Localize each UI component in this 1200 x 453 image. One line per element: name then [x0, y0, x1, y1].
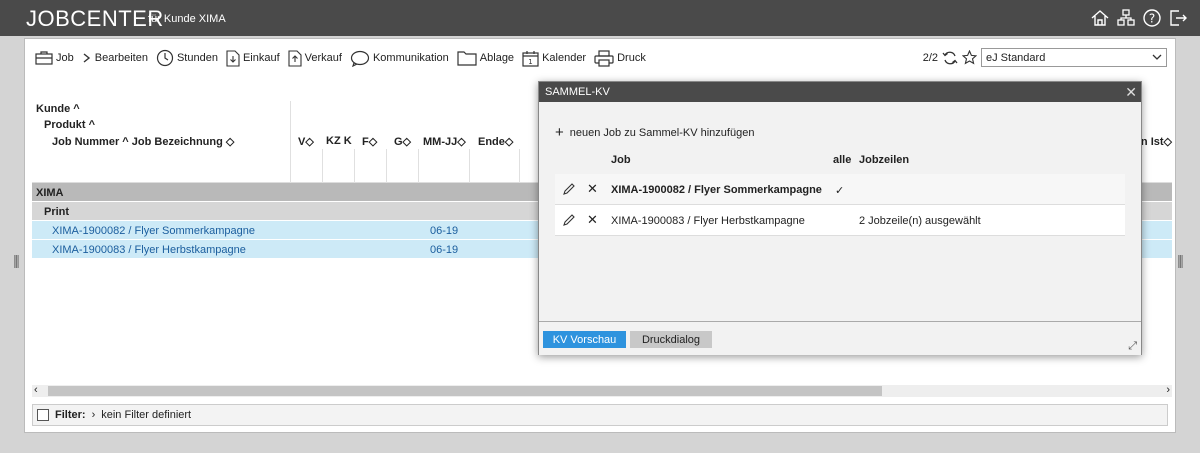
kv-preview-button[interactable]: KV Vorschau [543, 331, 626, 348]
speech-bubble-icon [350, 50, 370, 67]
scroll-thumb[interactable] [48, 386, 882, 396]
svg-text:1: 1 [528, 58, 532, 66]
help-icon[interactable]: ? [1142, 8, 1162, 28]
sammel-kv-dialog: SAMMEL-KV ✕ + neuen Job zu Sammel-KV hin… [538, 81, 1142, 355]
dialog-alle-check[interactable]: ✓ [835, 184, 844, 197]
view-select-value: eJ Standard [986, 51, 1046, 64]
mmjj-cell: 06-19 [430, 225, 459, 237]
header-kunde[interactable]: Kunde ^ [36, 103, 80, 115]
toolbar-job[interactable]: Job [35, 50, 74, 66]
chevron-down-icon [1152, 54, 1162, 60]
remove-x-icon[interactable]: ✕ [587, 181, 598, 197]
subgroup-label: Print [44, 206, 70, 218]
toolbar-bearbeiten-label: Bearbeiten [94, 52, 148, 64]
job-cell[interactable]: XIMA-1900082 / Flyer Sommerkampagne [52, 225, 255, 237]
scroll-right-icon[interactable]: › [1166, 384, 1170, 396]
edit-pencil-icon[interactable] [562, 182, 576, 199]
toolbar-druck[interactable]: Druck [594, 49, 646, 67]
dialog-job-table: Job alle Jobzeilen ✕ XIMA-1900082 / Flye… [555, 148, 1125, 236]
dialog-row[interactable]: ✕ XIMA-1900083 / Flyer Herbstkampagne 2 … [555, 205, 1125, 236]
dialog-row[interactable]: ✕ XIMA-1900082 / Flyer Sommerkampagne ✓ [555, 174, 1125, 205]
filter-bar: Filter: › kein Filter definiert [32, 404, 1168, 426]
dialog-job-cell: XIMA-1900082 / Flyer Sommerkampagne [611, 184, 822, 196]
col-v[interactable]: V◇ [298, 135, 314, 148]
toolbar-kalender-label: Kalender [542, 52, 587, 64]
app-header: JOBCENTER für Kunde XIMA ? [0, 0, 1200, 36]
toolbar-bearbeiten[interactable]: Bearbeiten [82, 52, 148, 64]
mmjj-cell: 06-19 [430, 244, 459, 256]
job-cell[interactable]: XIMA-1900083 / Flyer Herbstkampagne [52, 244, 246, 256]
toolbar-einkauf-label: Einkauf [242, 52, 280, 64]
star-icon[interactable] [962, 50, 977, 65]
header-produkt[interactable]: Produkt ^ [44, 119, 95, 131]
toolbar-ablage[interactable]: Ablage [457, 50, 514, 66]
toolbar-job-label: Job [56, 52, 74, 64]
dialog-footer: KV Vorschau Druckdialog ⤢ [539, 321, 1141, 355]
dialog-col-alle: alle [833, 154, 852, 166]
group-label: XIMA [36, 187, 64, 199]
toolbar-kalender[interactable]: 1 Kalender [522, 50, 586, 67]
plus-icon: + [555, 124, 564, 141]
dialog-table-header: Job alle Jobzeilen [555, 148, 1125, 174]
page-counter: 2/2 [922, 51, 938, 64]
view-select[interactable]: eJ Standard [981, 48, 1167, 67]
close-icon[interactable]: ✕ [1125, 84, 1137, 101]
toolbar-kommunikation-label: Kommunikation [372, 52, 449, 64]
col-mmjj[interactable]: MM-JJ◇ [423, 135, 466, 148]
logout-icon[interactable] [1168, 8, 1188, 28]
remove-x-icon[interactable]: ✕ [587, 212, 598, 228]
add-job-label: neuen Job zu Sammel-KV hinzufügen [569, 126, 755, 139]
filter-label: Filter: [55, 409, 86, 421]
folder-icon [457, 51, 477, 66]
header-icons: ? [1090, 8, 1188, 28]
chevron-right-icon [83, 53, 90, 63]
resize-expand-icon[interactable]: ⤢ [1128, 340, 1137, 353]
toolbar-stunden[interactable]: Stunden [156, 49, 218, 67]
toolbar-verkauf-label: Verkauf [304, 52, 342, 64]
briefcase-icon [35, 51, 53, 65]
print-dialog-button[interactable]: Druckdialog [630, 331, 712, 348]
refresh-icon[interactable] [942, 50, 958, 66]
download-doc-icon [226, 49, 240, 67]
filter-checkbox[interactable] [37, 409, 49, 421]
toolbar-verkauf[interactable]: Verkauf [288, 49, 342, 67]
toolbar-right: 2/2 eJ Standard [923, 48, 1167, 67]
clock-icon [156, 49, 174, 67]
toolbar-druck-label: Druck [617, 52, 646, 64]
col-ende[interactable]: Ende◇ [478, 135, 513, 148]
printer-icon [594, 49, 614, 67]
col-kzk[interactable]: KZ K [326, 135, 352, 147]
toolbar: Job Bearbeiten Stunden Einkauf Verkauf K… [25, 39, 1175, 77]
dialog-jobzeilen-cell: 2 Jobzeile(n) ausgewählt [859, 215, 981, 227]
toolbar-stunden-label: Stunden [176, 52, 218, 64]
left-resize-handle-icon[interactable]: ||| [13, 252, 20, 268]
col-ist[interactable]: n Ist◇ [1141, 135, 1172, 148]
calendar-icon: 1 [522, 50, 539, 67]
dialog-job-cell: XIMA-1900083 / Flyer Herbstkampagne [611, 215, 805, 227]
svg-text:?: ? [1149, 12, 1155, 26]
col-f[interactable]: F◇ [362, 135, 377, 148]
col-g[interactable]: G◇ [394, 135, 411, 148]
upload-doc-icon [288, 49, 302, 67]
horizontal-scrollbar[interactable]: ‹ › [32, 384, 1172, 397]
add-job-button[interactable]: + neuen Job zu Sammel-KV hinzufügen [555, 124, 754, 141]
right-resize-handle-icon[interactable]: ||| [1177, 252, 1184, 268]
home-icon[interactable] [1090, 8, 1110, 28]
toolbar-einkauf[interactable]: Einkauf [226, 49, 280, 67]
filter-value: kein Filter definiert [101, 409, 192, 421]
filter-chevron-icon[interactable]: › [92, 409, 96, 421]
app-title: JOBCENTER [26, 6, 164, 31]
edit-pencil-icon[interactable] [562, 213, 576, 230]
dialog-col-jobzeilen: Jobzeilen [859, 154, 910, 166]
dialog-title: SAMMEL-KV [545, 86, 610, 98]
toolbar-kommunikation[interactable]: Kommunikation [350, 50, 449, 67]
scroll-left-icon[interactable]: ‹ [34, 384, 38, 396]
sitemap-icon[interactable] [1116, 8, 1136, 28]
dialog-col-job: Job [611, 154, 631, 166]
header-job[interactable]: Job Nummer ^ Job Bezeichnung ◇ [52, 135, 234, 148]
dialog-titlebar[interactable]: SAMMEL-KV ✕ [539, 82, 1141, 102]
toolbar-ablage-label: Ablage [479, 52, 515, 64]
app-subtitle: für Kunde XIMA [148, 13, 226, 25]
